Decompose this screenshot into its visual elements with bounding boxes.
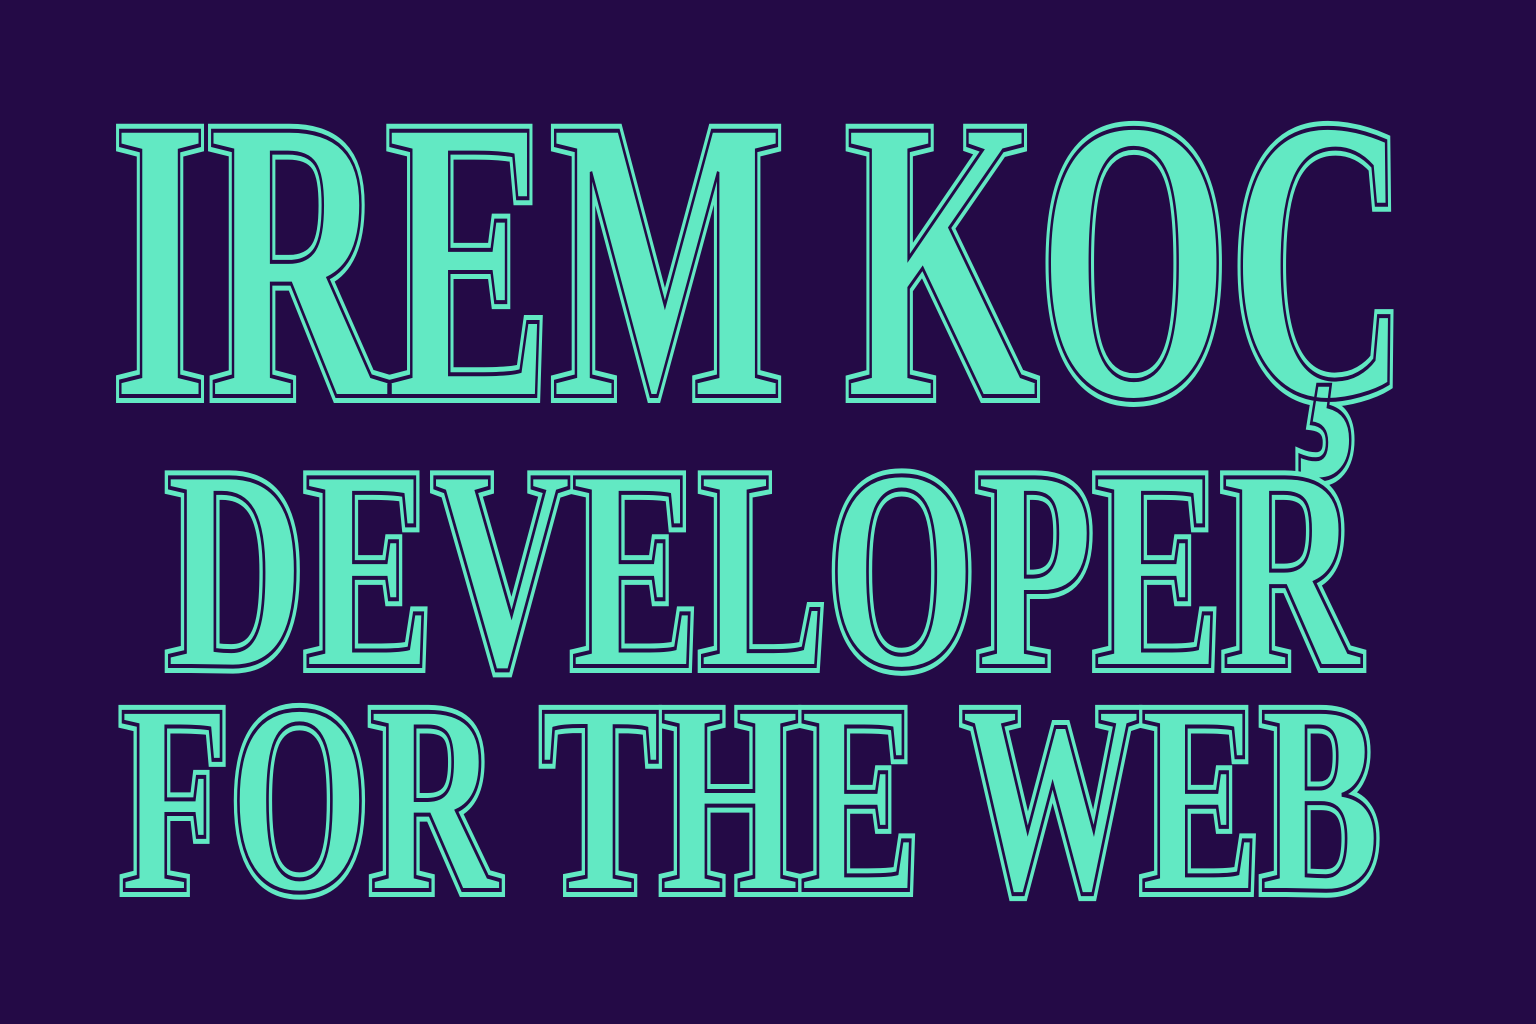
poster: IREM KOÇ IREM KOÇ DEVELOPER DEVELOPER FO…: [0, 0, 1536, 1024]
headline-line-3: FOR THE WEB FOR THE WEB: [113, 641, 1387, 956]
tagline-text-inline: FOR THE WEB: [120, 648, 1380, 949]
